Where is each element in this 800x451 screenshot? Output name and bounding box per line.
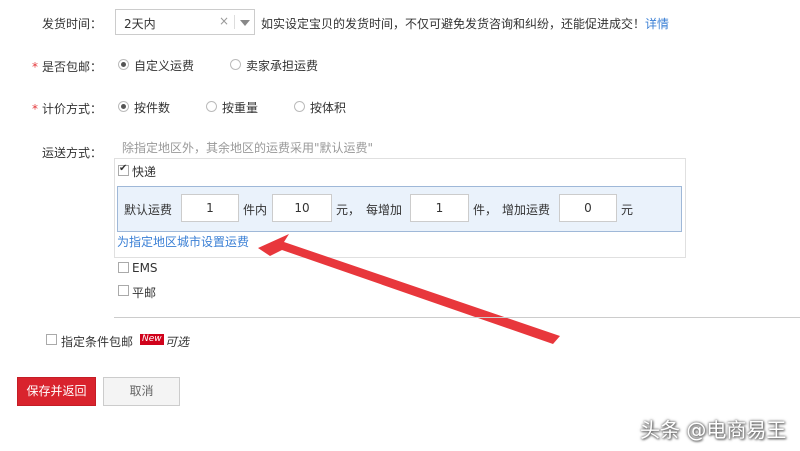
cancel-button[interactable]: 取消 bbox=[103, 377, 180, 406]
watermark: 头条 @电商易王 bbox=[640, 418, 787, 442]
save-return-button[interactable]: 保存并返回 bbox=[17, 377, 96, 406]
conditional-free-label[interactable]: 指定条件包邮 bbox=[61, 333, 133, 350]
optional-tag: 可选 bbox=[165, 335, 190, 349]
new-badge: New bbox=[140, 334, 164, 345]
conditional-free-checkbox[interactable] bbox=[46, 334, 57, 345]
section-divider bbox=[114, 317, 800, 318]
arrow-shape bbox=[258, 234, 560, 344]
